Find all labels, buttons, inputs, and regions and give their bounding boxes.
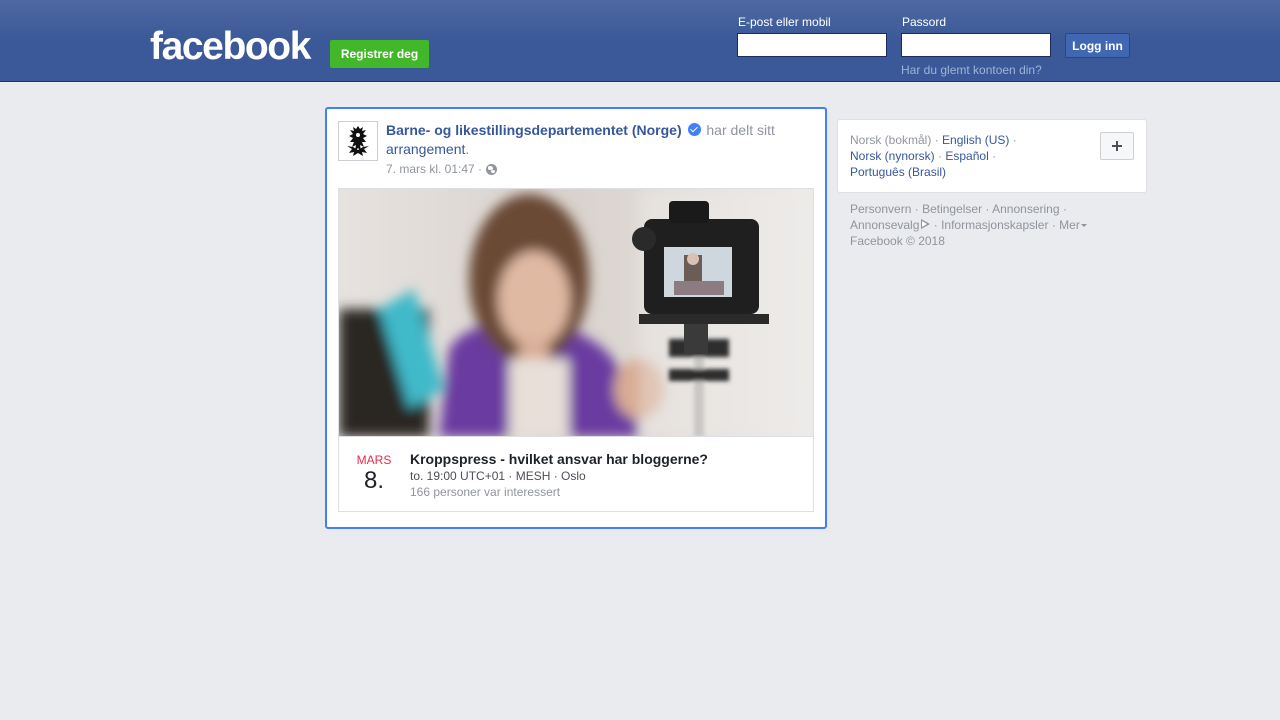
shared-text: har delt sitt [706, 122, 775, 138]
copyright: Facebook © 2018 [850, 234, 945, 248]
event-interest-count: 166 personer var interessert [410, 485, 561, 499]
language-norsk-nynorsk[interactable]: Norsk (nynorsk) [850, 149, 935, 163]
separator: · [1062, 202, 1067, 216]
event-month: MARS [356, 453, 392, 467]
advertising-link[interactable]: Annonsering [992, 202, 1059, 216]
separator: · [985, 202, 990, 216]
language-portugues-brasil[interactable]: Português (Brasil) [850, 165, 946, 179]
event-attachment[interactable]: MARS 8. Kroppspress - hvilket ansvar har… [338, 188, 814, 512]
plus-icon [1112, 141, 1122, 151]
language-espanol[interactable]: Español [945, 149, 988, 163]
event-link-suffix: . [465, 141, 470, 157]
event-link[interactable]: arrangement [386, 141, 465, 157]
email-input[interactable] [737, 33, 887, 57]
language-norsk-bokmal: Norsk (bokmål) [850, 133, 932, 147]
adchoices-icon[interactable] [921, 219, 931, 229]
language-list: Norsk (bokmål) · English (US) · Norsk (n… [850, 132, 1090, 180]
footer-links: Personvern · Betingelser · Annonsering ·… [850, 201, 1140, 249]
page-name-link[interactable]: Barne- og likestillingsdepartementet (No… [386, 122, 682, 138]
event-title[interactable]: Kroppspress - hvilket ansvar har blogger… [410, 451, 708, 467]
post-meta: 7. mars kl. 01:47 · [386, 162, 498, 176]
register-button[interactable]: Registrer deg [330, 40, 429, 68]
terms-link[interactable]: Betingelser [922, 202, 982, 216]
event-photo [339, 189, 813, 436]
event-day: 8. [363, 467, 384, 494]
page-avatar[interactable] [338, 121, 378, 161]
separator: · [1051, 218, 1056, 232]
separator: · [992, 149, 997, 163]
password-input[interactable] [901, 33, 1051, 57]
post-header: Barne- og likestillingsdepartementet (No… [386, 121, 806, 159]
facebook-logo[interactable]: facebook [150, 27, 311, 66]
top-bar: facebook Registrer deg E-post eller mobi… [0, 0, 1280, 82]
password-label: Passord [902, 15, 947, 29]
separator: · [914, 202, 919, 216]
lion-emblem-icon [347, 126, 369, 156]
forgot-account-link[interactable]: Har du glemt kontoen din? [901, 63, 1042, 77]
email-label: E-post eller mobil [738, 15, 831, 29]
adchoices-link[interactable]: Annonsevalg [850, 218, 919, 232]
cookies-link[interactable]: Informasjonskapsler [941, 218, 1048, 232]
more-languages-button[interactable] [1100, 132, 1134, 160]
separator: · [934, 133, 939, 147]
login-button[interactable]: Logg inn [1065, 33, 1130, 58]
privacy-link[interactable]: Personvern [850, 202, 911, 216]
more-link[interactable]: Mer [1059, 218, 1080, 232]
post-timestamp[interactable]: 7. mars kl. 01:47 · [386, 162, 482, 176]
event-details: to. 19:00 UTC+01 · MESH · Oslo [410, 469, 586, 483]
separator: · [938, 149, 943, 163]
event-cover-image[interactable] [339, 189, 813, 437]
caret-down-icon[interactable] [1080, 224, 1087, 227]
language-english-us[interactable]: English (US) [942, 133, 1009, 147]
globe-icon[interactable] [486, 163, 498, 175]
language-selector: Norsk (bokmål) · English (US) · Norsk (n… [837, 119, 1147, 193]
separator: · [1012, 133, 1017, 147]
separator: · [933, 218, 938, 232]
post-card: Barne- og likestillingsdepartementet (No… [325, 107, 827, 529]
verified-badge-icon [687, 123, 701, 136]
